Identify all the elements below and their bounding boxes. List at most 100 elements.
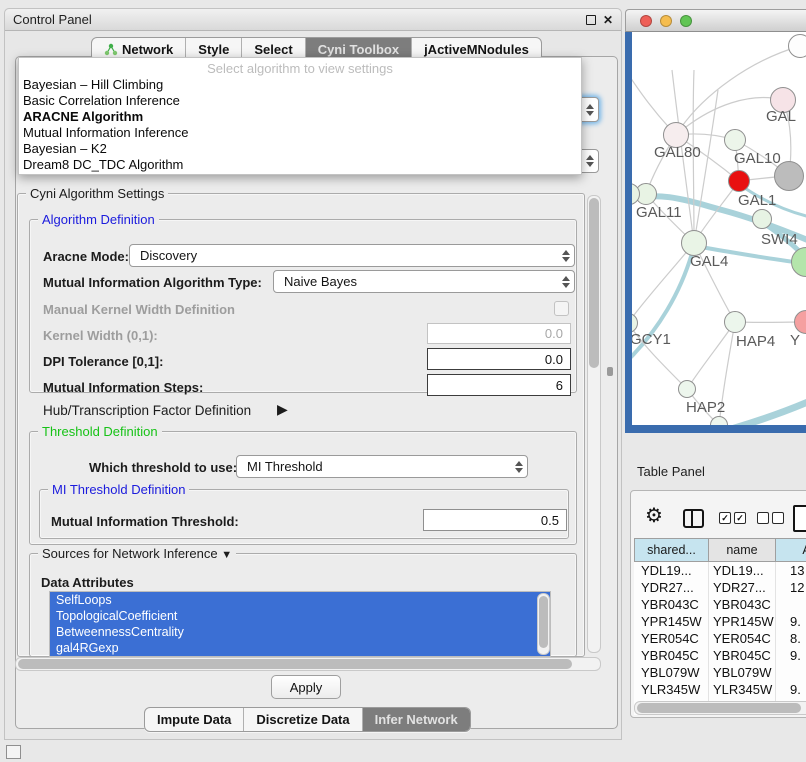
- split-pane-grip[interactable]: [607, 367, 613, 376]
- scrollbar-thumb[interactable]: [637, 703, 801, 713]
- deselect-all-columns-icon[interactable]: [757, 512, 784, 524]
- scrollbar-thumb[interactable]: [589, 198, 599, 368]
- which-threshold-label: Which threshold to use:: [89, 460, 237, 475]
- network-window-frame: GALGAL80GAL10GAL1GAL11GAL4SWI4GCY1HAP4YH…: [625, 32, 806, 433]
- combo-stepper-icon: [580, 104, 594, 116]
- which-threshold-combo[interactable]: MI Threshold: [236, 455, 528, 478]
- float-window-icon[interactable]: [586, 15, 596, 25]
- scrollbar-thumb[interactable]: [18, 659, 572, 669]
- network-node-label: GAL80: [654, 144, 701, 161]
- table-panel: ⚙ ✓ ✓ shared... name A YDL19... YDL19...…: [630, 490, 806, 718]
- algorithm-dropdown-popup: Select algorithm to view settings Bayesi…: [18, 57, 582, 175]
- list-vertical-scrollbar[interactable]: [537, 593, 550, 655]
- close-panel-icon[interactable]: ✕: [603, 14, 613, 26]
- table-row[interactable]: YBL079W YBL079W: [634, 664, 806, 681]
- control-panel-title: Control Panel: [13, 12, 92, 27]
- table-panel-title: Table Panel: [637, 464, 705, 479]
- network-node-label: GAL10: [734, 150, 781, 167]
- table-row[interactable]: YPR145W YPR145W 9.: [634, 613, 806, 630]
- kernel-width-field[interactable]: 0.0: [427, 323, 571, 344]
- data-attributes-list[interactable]: SelfLoops TopologicalCoefficient Between…: [49, 591, 551, 657]
- dpi-tolerance-field[interactable]: 0.0: [427, 348, 571, 370]
- data-attributes-label: Data Attributes: [41, 575, 134, 590]
- column-header-name[interactable]: name: [709, 538, 776, 562]
- mi-steps-field[interactable]: 6: [427, 374, 571, 396]
- network-node-label: GCY1: [632, 331, 671, 348]
- bottom-tabs: Impute Data Discretize Data Infer Networ…: [144, 707, 471, 732]
- threshold-definition-title: Threshold Definition: [38, 424, 162, 439]
- mi-type-value: Naive Bayes: [284, 274, 357, 289]
- table-row[interactable]: YLR345W YLR345W 9.: [634, 681, 806, 698]
- network-node-gal1[interactable]: [728, 170, 750, 192]
- list-item[interactable]: BetweennessCentrality: [50, 624, 550, 640]
- settings-vertical-scrollbar[interactable]: [587, 195, 601, 653]
- popup-item-dream8[interactable]: Dream8 DC_TDC Algorithm: [23, 157, 183, 173]
- column-header-shared-name[interactable]: shared...: [634, 538, 709, 562]
- network-node-hap2[interactable]: [678, 380, 696, 398]
- list-item[interactable]: TopologicalCoefficient: [50, 608, 550, 624]
- network-canvas[interactable]: GALGAL80GAL10GAL1GAL11GAL4SWI4GCY1HAP4YH…: [632, 32, 806, 425]
- network-node-label: SWI4: [761, 231, 798, 248]
- network-node-hap4[interactable]: [724, 311, 746, 333]
- network-node-gal10[interactable]: [724, 129, 746, 151]
- table-function-icon[interactable]: [793, 505, 806, 532]
- popup-item-bayesian-hill-climbing[interactable]: Bayesian – Hill Climbing: [23, 77, 163, 93]
- close-traffic-light[interactable]: [640, 15, 652, 27]
- control-panel-titlebar: Control Panel ✕: [5, 9, 621, 31]
- popup-hint: Select algorithm to view settings: [19, 61, 581, 76]
- expand-arrow-icon[interactable]: ▼: [221, 549, 232, 561]
- popup-item-basic-correlation[interactable]: Basic Correlation Inference: [23, 93, 180, 109]
- select-all-columns-icon[interactable]: ✓ ✓: [719, 512, 746, 524]
- network-node-swi4[interactable]: [752, 209, 772, 229]
- apply-button[interactable]: Apply: [271, 675, 341, 699]
- collapse-arrow-icon[interactable]: ▶: [277, 401, 288, 418]
- popup-item-bayesian-k2[interactable]: Bayesian – K2: [23, 141, 107, 157]
- popup-item-mutual-information[interactable]: Mutual Information Inference: [23, 125, 188, 141]
- manual-kernel-checkbox[interactable]: [554, 301, 569, 316]
- table-row[interactable]: YBR043C YBR043C: [634, 596, 806, 613]
- scrollbar-thumb[interactable]: [539, 596, 548, 648]
- aracne-mode-value: Discovery: [140, 248, 197, 263]
- combo-stepper-icon: [556, 250, 570, 262]
- zoom-traffic-light[interactable]: [680, 15, 692, 27]
- list-item[interactable]: SelfLoops: [50, 592, 550, 608]
- docked-panel-icon[interactable]: [6, 745, 21, 759]
- table-row[interactable]: YDR27... YDR27... 12: [634, 579, 806, 596]
- hub-section-label: Hub/Transcription Factor Definition: [43, 403, 251, 418]
- column-header-partial[interactable]: A: [776, 538, 806, 562]
- network-view-window: GALGAL80GAL10GAL1GAL11GAL4SWI4GCY1HAP4YH…: [625, 9, 806, 433]
- mi-type-label: Mutual Information Algorithm Type:: [43, 275, 262, 290]
- aracne-mode-combo[interactable]: Discovery: [129, 244, 575, 267]
- combo-stepper-icon: [509, 461, 523, 473]
- settings-horizontal-scrollbar[interactable]: [15, 657, 601, 671]
- aracne-mode-label: Aracne Mode:: [43, 249, 129, 264]
- algorithm-definition-title: Algorithm Definition: [38, 212, 159, 227]
- network-node[interactable]: [788, 34, 806, 58]
- kernel-width-label: Kernel Width (0,1):: [43, 328, 158, 343]
- tab-discretize-data[interactable]: Discretize Data: [243, 708, 361, 731]
- unchecked-box-icon: [772, 512, 784, 524]
- list-item[interactable]: gal4RGexp: [50, 640, 550, 656]
- network-node[interactable]: [774, 161, 804, 191]
- network-node-label: GAL4: [690, 253, 728, 270]
- table-body: YDL19... YDL19... 13 YDR27... YDR27... 1…: [634, 562, 806, 715]
- table-horizontal-scrollbar[interactable]: [634, 701, 806, 715]
- network-window-titlebar[interactable]: [625, 9, 806, 32]
- table-settings-gear-icon[interactable]: ⚙: [645, 506, 663, 526]
- tab-infer-network[interactable]: Infer Network: [362, 708, 470, 731]
- tab-impute-data[interactable]: Impute Data: [145, 708, 243, 731]
- column-layout-icon[interactable]: [683, 509, 704, 528]
- mi-type-combo[interactable]: Naive Bayes: [273, 270, 575, 293]
- table-row[interactable]: YDL19... YDL19... 13: [634, 562, 806, 579]
- mi-threshold-field[interactable]: 0.5: [423, 509, 567, 531]
- network-node-label: HAP4: [736, 333, 775, 350]
- popup-item-aracne[interactable]: ARACNE Algorithm: [23, 109, 143, 125]
- combo-stepper-icon: [580, 155, 594, 167]
- which-threshold-value: MI Threshold: [247, 459, 323, 474]
- table-row[interactable]: YBR045C YBR045C 9.: [634, 647, 806, 664]
- network-icon: [104, 43, 118, 56]
- network-node-label: HAP2: [686, 399, 725, 416]
- minimize-traffic-light[interactable]: [660, 15, 672, 27]
- table-row[interactable]: YER054C YER054C 8.: [634, 630, 806, 647]
- manual-kernel-label: Manual Kernel Width Definition: [43, 302, 235, 317]
